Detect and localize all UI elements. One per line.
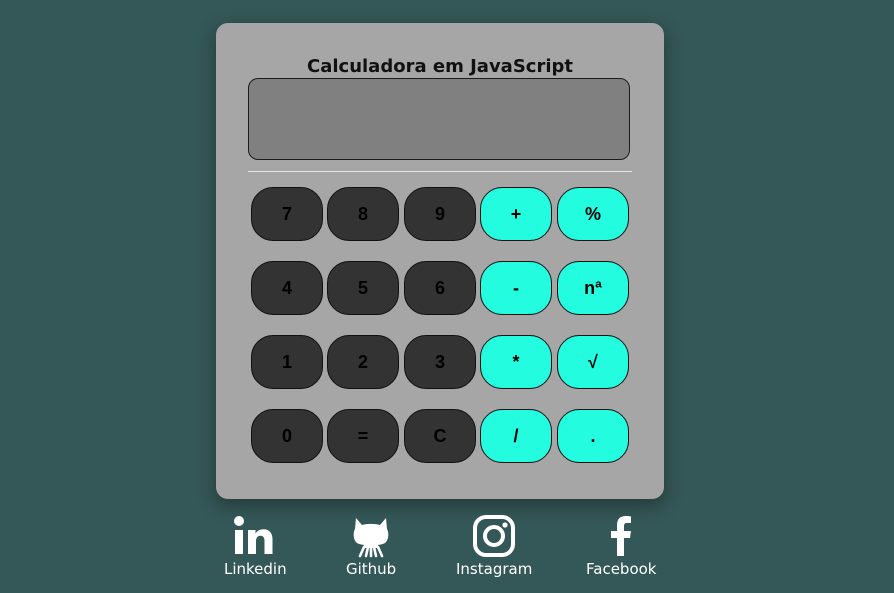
key-6-button[interactable]: 6 <box>404 261 476 315</box>
add-button[interactable]: + <box>480 187 552 241</box>
instagram-link[interactable]: Instagram <box>456 514 532 578</box>
key-8-button[interactable]: 8 <box>327 187 399 241</box>
instagram-label: Instagram <box>456 560 533 578</box>
equals-button[interactable]: = <box>327 409 399 463</box>
github-icon <box>349 514 393 558</box>
sqrt-button[interactable]: √ <box>557 335 629 389</box>
key-7-button[interactable]: 7 <box>251 187 323 241</box>
percent-button[interactable]: % <box>557 187 629 241</box>
calculator-display <box>248 78 630 160</box>
facebook-link[interactable]: Facebook <box>586 514 656 578</box>
linkedin-label: Linkedin <box>224 560 287 578</box>
key-5-button[interactable]: 5 <box>327 261 399 315</box>
github-label: Github <box>346 560 397 578</box>
clear-button[interactable]: C <box>404 409 476 463</box>
key-9-button[interactable]: 9 <box>404 187 476 241</box>
github-link[interactable]: Github <box>346 514 396 578</box>
calculator: Calculadora em JavaScript 7 8 9 +% 4 5 6- nª 1 2 3… <box>216 23 664 499</box>
key-0-button[interactable]: 0 <box>251 409 323 463</box>
divide-button[interactable]: / <box>480 409 552 463</box>
key-2-button[interactable]: 2 <box>327 335 399 389</box>
linkedin-link[interactable]: Linkedin <box>224 514 287 578</box>
calculator-title: Calculadora em JavaScript <box>307 56 573 77</box>
linkedin-icon <box>233 514 277 558</box>
multiply-button[interactable]: * <box>480 335 552 389</box>
divider <box>248 171 632 172</box>
key-3-button[interactable]: 3 <box>404 335 476 389</box>
instagram-icon <box>472 514 516 558</box>
power-button[interactable]: nª <box>557 261 629 315</box>
facebook-label: Facebook <box>586 560 657 578</box>
decimal-button[interactable]: . <box>557 409 629 463</box>
subtract-button[interactable]: - <box>480 261 552 315</box>
key-4-button[interactable]: 4 <box>251 261 323 315</box>
facebook-icon <box>599 514 643 558</box>
key-1-button[interactable]: 1 <box>251 335 323 389</box>
